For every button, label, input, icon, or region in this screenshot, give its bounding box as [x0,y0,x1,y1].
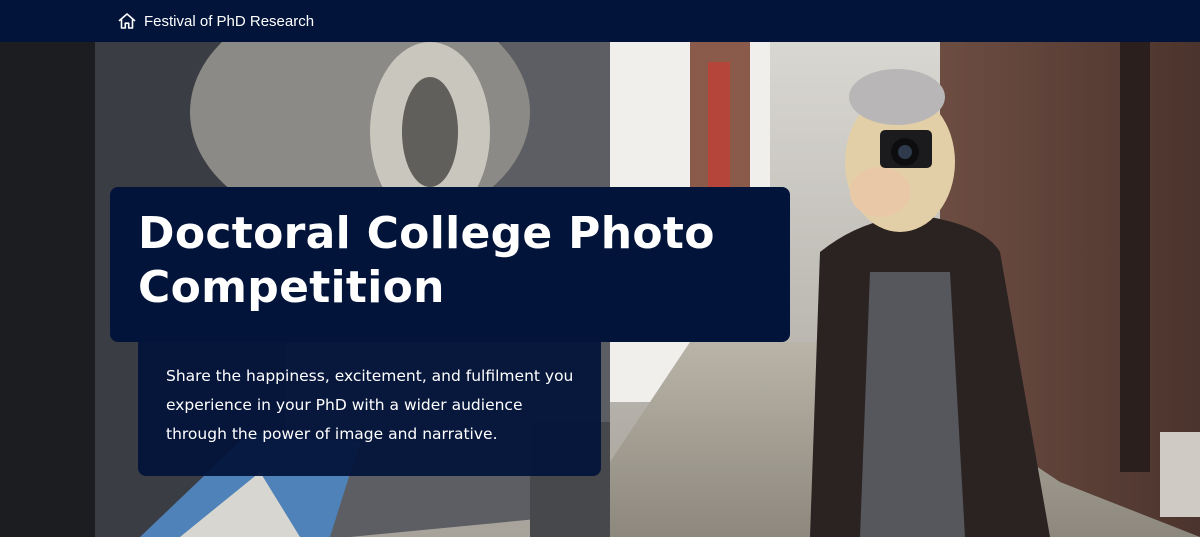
top-navigation-bar: Festival of PhD Research [0,0,1200,42]
hero-description-box: Share the happiness, excitement, and ful… [138,342,601,476]
page-title: Doctoral College Photo Competition [138,208,715,313]
home-link-label: Festival of PhD Research [144,12,315,30]
home-icon [118,13,136,29]
hero-description: Share the happiness, excitement, and ful… [166,367,574,443]
hero-title-box: Doctoral College Photo Competition [110,187,790,342]
home-link[interactable]: Festival of PhD Research [118,0,314,42]
hero-banner: Doctoral College Photo Competition Share… [0,42,1200,537]
